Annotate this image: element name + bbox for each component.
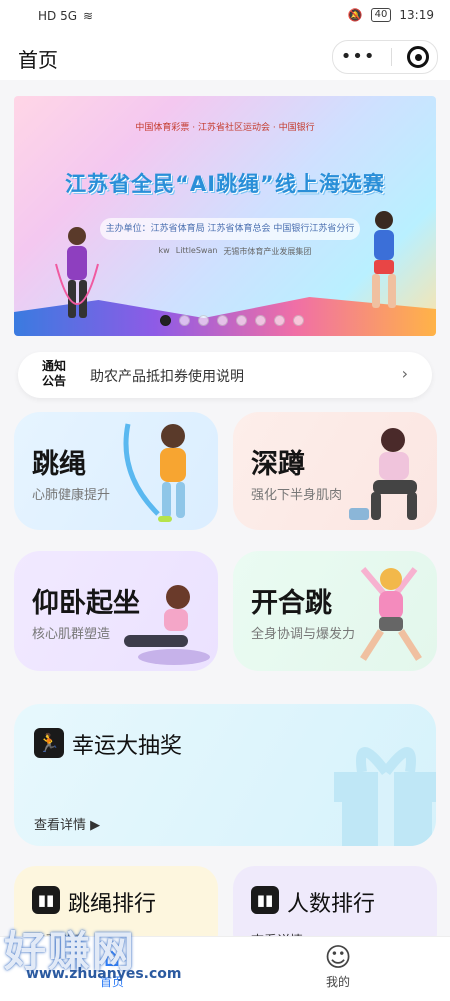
lottery-more-label: 查看详情 — [34, 818, 87, 833]
page-title: 首页 — [18, 48, 58, 72]
card-subtitle: 强化下半身肌肉 — [251, 488, 343, 503]
carousel-dot[interactable] — [293, 315, 304, 326]
mute-bell-icon: 🔕 — [347, 8, 363, 22]
bar-chart-icon: ▮▮ — [251, 886, 279, 914]
carousel-dot[interactable] — [160, 315, 171, 326]
notice-tag-line1: 通知 — [42, 359, 67, 373]
carousel-dot[interactable] — [236, 315, 247, 326]
card-title: 开合跳 — [251, 588, 332, 619]
card-subtitle: 心肺健康提升 — [32, 488, 111, 503]
tab-mine[interactable]: ☺ 我的 — [298, 943, 378, 990]
clock: 13:19 — [399, 8, 434, 22]
close-target-icon[interactable] — [407, 46, 430, 68]
card-squat[interactable]: 深蹲 强化下半身肌肉 — [233, 412, 437, 530]
banner-logos: kw LittleSwan 无锡市体育产业发展集团 — [100, 246, 370, 257]
card-subtitle: 全身协调与爆发力 — [251, 627, 356, 642]
wifi-icon: ≋ — [83, 9, 94, 23]
carousel-dot[interactable] — [274, 315, 285, 326]
card-sit-ups[interactable]: 仰卧起坐 核心肌群塑造 — [14, 551, 218, 671]
nav-bar: 首页 ••• — [0, 34, 450, 80]
lottery-title: 幸运大抽奖 — [72, 734, 183, 759]
status-right: 🔕 40 13:19 — [348, 8, 434, 22]
watermark-url: www.zhuanyes.com — [26, 966, 182, 982]
notice-tag: 通知 公告 — [42, 359, 66, 389]
banner-carousel[interactable]: 中国体育彩票 · 江苏省社区运动会 · 中国银行 江苏省全民“AI跳绳”线上海选… — [14, 96, 436, 336]
logo-wuxi: 无锡市体育产业发展集团 — [223, 247, 312, 256]
banner-title: 江苏省全民“AI跳绳”线上海选赛 — [65, 172, 385, 196]
sit-up-figure-icon — [124, 585, 210, 665]
capsule-divider — [390, 48, 392, 66]
lottery-more-link[interactable]: 查看详情 ▶ — [34, 814, 100, 833]
status-bar: HD 5G ≋ 🔕 40 13:19 — [0, 0, 450, 34]
card-rope-skipping[interactable]: 跳绳 心肺健康提升 — [14, 412, 218, 530]
carousel-dot[interactable] — [255, 315, 266, 326]
status-left: HD 5G ≋ — [38, 9, 93, 23]
card-title: 深蹲 — [251, 449, 305, 480]
bar-chart-icon: ▮▮ — [32, 886, 60, 914]
tab-mine-label: 我的 — [325, 975, 350, 989]
mini-program-capsule: ••• — [332, 40, 438, 74]
notice-text[interactable]: 助农产品抵扣券使用说明 — [90, 366, 244, 386]
runner-icon: 🏃 — [34, 728, 64, 758]
battery-level: 40 — [370, 8, 392, 22]
banner-sponsors: 中国体育彩票 · 江苏省社区运动会 · 中国银行 — [135, 123, 315, 133]
chevron-right-icon[interactable]: › — [402, 364, 408, 383]
notice-tag-line2: 公告 — [42, 374, 67, 388]
rope-skipping-figure-icon — [123, 423, 186, 522]
more-icon[interactable]: ••• — [341, 48, 376, 66]
carousel-dot[interactable] — [179, 315, 190, 326]
banner-organizers: 主办单位：江苏省体育局 江苏省体育总会 中国银行江苏省分行 — [100, 218, 360, 240]
card-title: 跳绳 — [32, 449, 86, 480]
carousel-dot[interactable] — [198, 315, 209, 326]
jumping-jack-figure-icon — [360, 567, 422, 661]
squat-figure-icon — [349, 428, 417, 520]
carousel-indicator — [160, 315, 304, 326]
user-icon: ☺ — [324, 943, 352, 973]
logo-kw: kw — [158, 246, 170, 255]
play-arrow-icon: ▶ — [90, 818, 101, 833]
logo-littleswan: LittleSwan — [175, 246, 218, 255]
ranking-title: 跳绳排行 — [68, 892, 157, 917]
signal-info: HD 5G — [38, 9, 78, 23]
gift-box-icon — [334, 747, 436, 846]
card-jumping-jacks[interactable]: 开合跳 全身协调与爆发力 — [233, 551, 437, 671]
rope-jumper-illustration — [55, 227, 99, 318]
jumping-boy-illustration — [372, 211, 396, 308]
card-subtitle: 核心肌群塑造 — [32, 627, 111, 642]
ranking-title: 人数排行 — [287, 892, 376, 917]
lottery-card[interactable]: 🏃 幸运大抽奖 查看详情 ▶ — [14, 704, 436, 846]
carousel-dot[interactable] — [217, 315, 228, 326]
notice-bar[interactable]: 通知 公告 助农产品抵扣券使用说明 › — [18, 352, 432, 398]
